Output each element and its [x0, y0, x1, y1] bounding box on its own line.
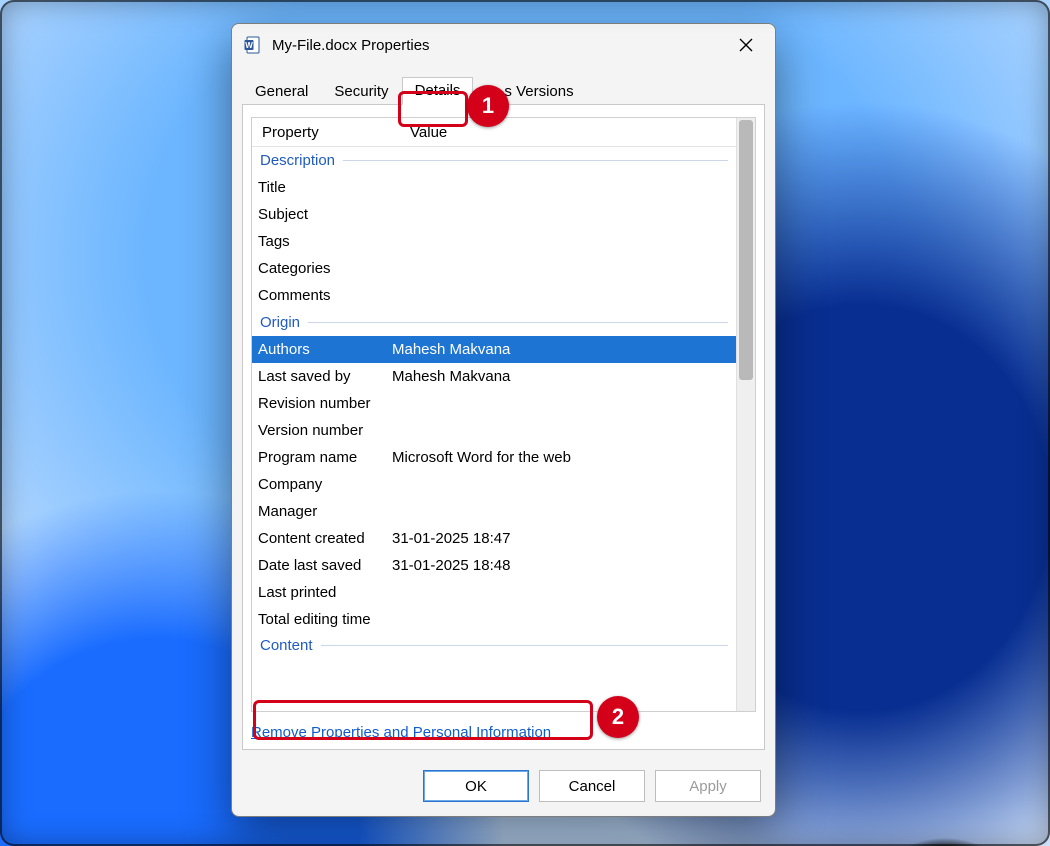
row-tags[interactable]: Tags [252, 228, 736, 255]
tab-general[interactable]: General [242, 78, 321, 105]
vertical-scrollbar[interactable] [736, 118, 755, 711]
row-company[interactable]: Company [252, 471, 736, 498]
details-tab-panel: Property Value Description Title Subject… [242, 105, 765, 750]
row-last-saved-by[interactable]: Last saved byMahesh Makvana [252, 363, 736, 390]
titlebar: W My-File.docx Properties [232, 24, 775, 66]
ok-button[interactable]: OK [423, 770, 529, 802]
details-listview[interactable]: Property Value Description Title Subject… [251, 117, 756, 712]
remove-properties-link-row: Remove Properties and Personal Informati… [251, 724, 756, 741]
row-total-editing-time[interactable]: Total editing time [252, 606, 736, 633]
row-manager[interactable]: Manager [252, 498, 736, 525]
header-property[interactable]: Property [252, 124, 400, 141]
group-description: Description [252, 147, 736, 174]
word-doc-icon: W [244, 36, 262, 54]
row-categories[interactable]: Categories [252, 255, 736, 282]
properties-dialog: W My-File.docx Properties General Securi… [231, 23, 776, 817]
row-version-number[interactable]: Version number [252, 417, 736, 444]
group-origin: Origin [252, 309, 736, 336]
scrollbar-track[interactable] [737, 382, 755, 711]
row-date-last-saved[interactable]: Date last saved31-01-2025 18:48 [252, 552, 736, 579]
window-title: My-File.docx Properties [272, 37, 430, 54]
close-button[interactable] [723, 29, 769, 61]
row-title[interactable]: Title [252, 174, 736, 201]
row-comments[interactable]: Comments [252, 282, 736, 309]
tab-security[interactable]: Security [321, 78, 401, 105]
tab-details[interactable]: Details [402, 77, 474, 105]
scrollbar-thumb[interactable] [739, 120, 753, 380]
row-program-name[interactable]: Program nameMicrosoft Word for the web [252, 444, 736, 471]
remove-properties-link[interactable]: Remove Properties and Personal Informati… [251, 724, 551, 741]
apply-button: Apply [655, 770, 761, 802]
svg-text:W: W [245, 41, 253, 50]
dialog-button-row: OK Cancel Apply [232, 760, 775, 816]
row-subject[interactable]: Subject [252, 201, 736, 228]
row-authors[interactable]: AuthorsMahesh Makvana [252, 336, 736, 363]
row-last-printed[interactable]: Last printed [252, 579, 736, 606]
cancel-button[interactable]: Cancel [539, 770, 645, 802]
annotation-badge-2: 2 [597, 696, 639, 738]
row-content-created[interactable]: Content created31-01-2025 18:47 [252, 525, 736, 552]
header-value[interactable]: Value [400, 124, 736, 141]
annotation-badge-1: 1 [467, 85, 509, 127]
row-revision-number[interactable]: Revision number [252, 390, 736, 417]
group-content: Content [252, 633, 736, 657]
details-rows: Description Title Subject Tags Categorie… [252, 147, 736, 657]
close-icon [739, 38, 753, 52]
